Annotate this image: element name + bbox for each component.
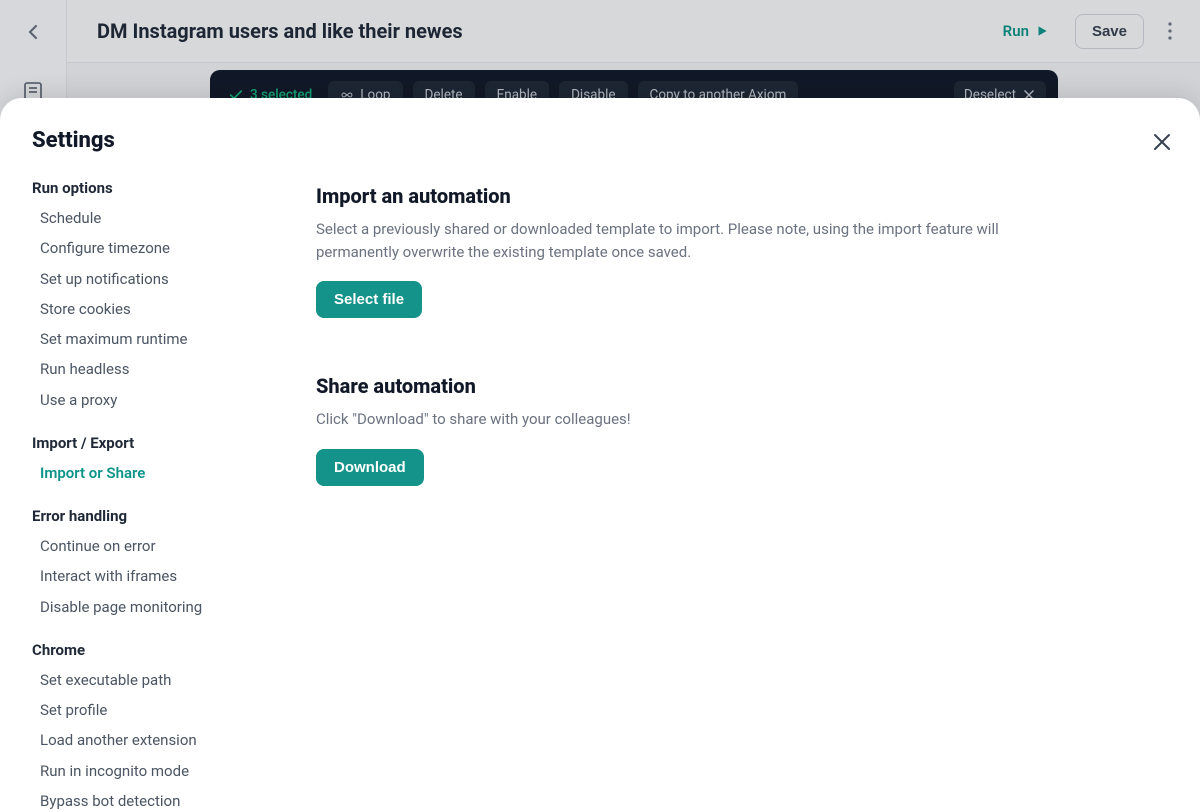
sidebar-item-import-share[interactable]: Import or Share: [40, 462, 290, 485]
group-run-options: Run options: [32, 179, 290, 197]
sidebar-item-profile[interactable]: Set profile: [40, 699, 290, 722]
close-sheet-button[interactable]: [1150, 130, 1174, 154]
settings-main: Import an automation Select a previously…: [316, 98, 1096, 812]
sidebar-item-bot-detection[interactable]: Bypass bot detection: [40, 790, 290, 812]
sidebar-item-max-runtime[interactable]: Set maximum runtime: [40, 328, 290, 351]
import-body: Select a previously shared or downloaded…: [316, 218, 1046, 263]
sidebar-item-incognito[interactable]: Run in incognito mode: [40, 760, 290, 783]
group-import-export: Import / Export: [32, 434, 290, 452]
share-heading: Share automation: [316, 374, 1056, 398]
sidebar-item-notifications[interactable]: Set up notifications: [40, 268, 290, 291]
sidebar-item-schedule[interactable]: Schedule: [40, 207, 290, 230]
download-button[interactable]: Download: [316, 449, 424, 486]
sidebar-item-proxy[interactable]: Use a proxy: [40, 389, 290, 412]
import-export-list: Import or Share: [32, 462, 290, 485]
sidebar-item-page-monitoring[interactable]: Disable page monitoring: [40, 596, 290, 619]
sidebar-item-cookies[interactable]: Store cookies: [40, 298, 290, 321]
sidebar-item-timezone[interactable]: Configure timezone: [40, 237, 290, 260]
settings-sheet: Settings Run options Schedule Configure …: [0, 98, 1200, 812]
share-body: Click "Download" to share with your coll…: [316, 408, 1046, 431]
sidebar-item-headless[interactable]: Run headless: [40, 358, 290, 381]
import-heading: Import an automation: [316, 184, 1056, 208]
sidebar-item-extension[interactable]: Load another extension: [40, 729, 290, 752]
sidebar-item-continue-error[interactable]: Continue on error: [40, 535, 290, 558]
error-handling-list: Continue on error Interact with iframes …: [32, 535, 290, 619]
sidebar-item-iframes[interactable]: Interact with iframes: [40, 565, 290, 588]
sidebar-item-exec-path[interactable]: Set executable path: [40, 669, 290, 692]
close-icon: [1150, 130, 1174, 154]
group-error-handling: Error handling: [32, 507, 290, 525]
group-chrome: Chrome: [32, 641, 290, 659]
settings-title: Settings: [32, 128, 290, 153]
chrome-list: Set executable path Set profile Load ano…: [32, 669, 290, 812]
settings-sidebar: Settings Run options Schedule Configure …: [0, 98, 316, 812]
select-file-button[interactable]: Select file: [316, 281, 422, 318]
run-options-list: Schedule Configure timezone Set up notif…: [32, 207, 290, 412]
